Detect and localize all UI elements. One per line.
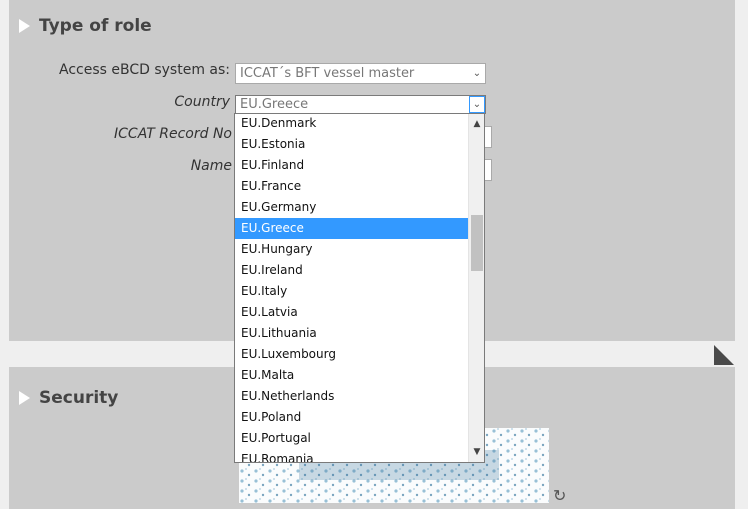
name-input[interactable]: [484, 159, 492, 181]
access-label: Access eBCD system as:: [58, 62, 230, 78]
dropdown-option[interactable]: EU.Finland: [235, 155, 468, 176]
dropdown-option[interactable]: EU.Estonia: [235, 134, 468, 155]
dropdown-option[interactable]: EU.Portugal: [235, 428, 468, 449]
iccat-record-input[interactable]: [484, 126, 492, 148]
dropdown-option[interactable]: EU.Hungary: [235, 239, 468, 260]
country-select[interactable]: EU.Greece ⌄: [235, 95, 486, 114]
role-section-header[interactable]: Type of role: [19, 16, 152, 36]
chevron-down-icon: ⌄: [472, 67, 482, 79]
triangle-right-icon: [19, 391, 30, 405]
dropdown-option[interactable]: EU.Luxembourg: [235, 344, 468, 365]
access-select[interactable]: ICCAT´s BFT vessel master ⌄: [235, 63, 486, 84]
refresh-icon[interactable]: ↻: [553, 486, 566, 505]
chevron-down-icon: ⌄: [469, 96, 485, 113]
dropdown-scrollbar[interactable]: ▲ ▼: [468, 114, 484, 462]
security-section-title: Security: [39, 388, 119, 408]
dropdown-option[interactable]: EU.Ireland: [235, 260, 468, 281]
dropdown-option[interactable]: EU.Denmark: [235, 114, 468, 134]
country-label: Country: [174, 94, 230, 110]
scrollbar-thumb[interactable]: [471, 215, 483, 271]
iccat-record-label: ICCAT Record No: [114, 126, 232, 142]
country-select-value: EU.Greece: [240, 96, 309, 112]
dropdown-option[interactable]: EU.Romania: [235, 449, 468, 462]
triangle-right-icon: [19, 19, 30, 33]
dropdown-option[interactable]: EU.Greece: [235, 218, 468, 239]
dropdown-option[interactable]: EU.Lithuania: [235, 323, 468, 344]
country-dropdown-list[interactable]: EU.Denmark EU.Estonia EU.Finland EU.France E…: [234, 113, 485, 463]
panel-corner-icon: [714, 345, 734, 365]
dropdown-option[interactable]: EU.Germany: [235, 197, 468, 218]
dropdown-option[interactable]: EU.Malta: [235, 365, 468, 386]
dropdown-options: EU.Denmark EU.Estonia EU.Finland EU.France E…: [235, 114, 468, 462]
dropdown-option[interactable]: EU.France: [235, 176, 468, 197]
dropdown-option[interactable]: EU.Netherlands: [235, 386, 468, 407]
security-section-header[interactable]: Security: [19, 388, 118, 408]
chevron-down-icon[interactable]: ▼: [469, 444, 484, 460]
dropdown-option[interactable]: EU.Poland: [235, 407, 468, 428]
access-select-value: ICCAT´s BFT vessel master: [240, 65, 415, 81]
role-section-title: Type of role: [39, 16, 152, 36]
chevron-up-icon[interactable]: ▲: [469, 116, 484, 132]
name-label: Name: [190, 158, 232, 174]
dropdown-option[interactable]: EU.Italy: [235, 281, 468, 302]
dropdown-option[interactable]: EU.Latvia: [235, 302, 468, 323]
